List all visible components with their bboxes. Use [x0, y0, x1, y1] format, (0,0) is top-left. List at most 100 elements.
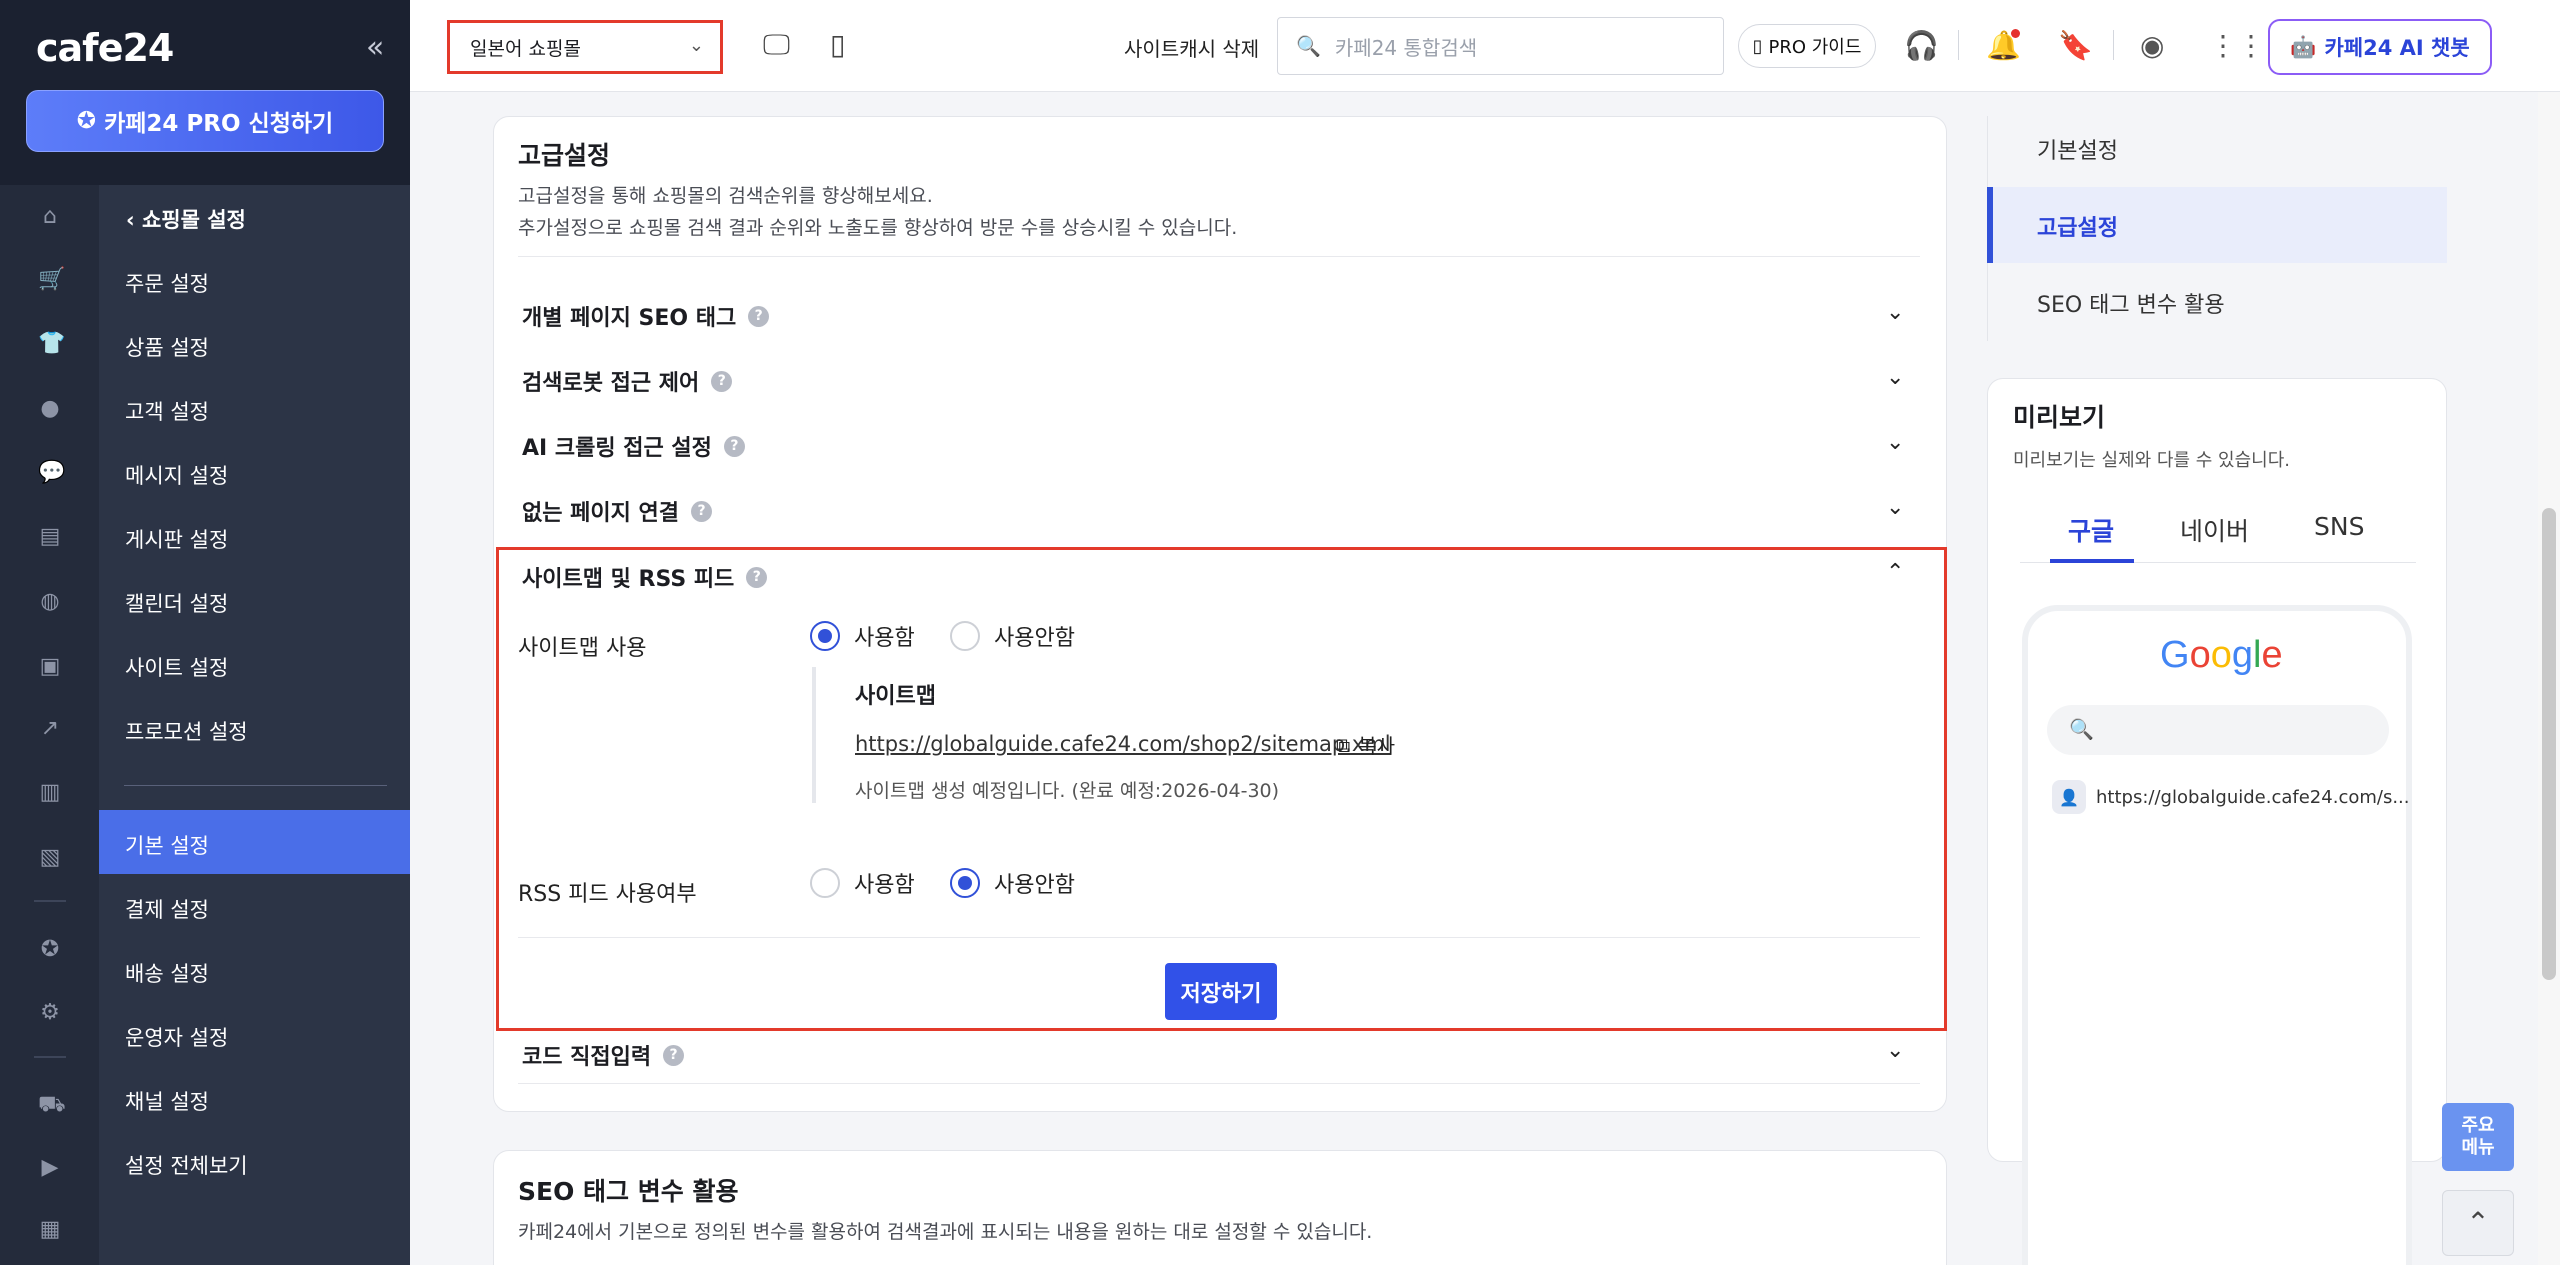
sidebar-item-board[interactable]: 게시판 설정	[125, 524, 228, 554]
divider	[518, 937, 1920, 938]
analytics-icon[interactable]: ↗	[38, 717, 62, 741]
sitemap-use-radio[interactable]: 사용함	[810, 620, 915, 652]
user-icon[interactable]: ●	[38, 397, 62, 421]
cart-icon[interactable]: 🛒	[38, 268, 65, 292]
active-tab-underline	[2050, 559, 2134, 563]
cafe24-logo[interactable]: cafe24	[36, 26, 174, 70]
google-result: 👤 https://globalguide.cafe24.com/s...	[2052, 780, 2410, 814]
help-icon[interactable]: ?	[711, 370, 733, 392]
accordion-label: 사이트맵 및 RSS 피드	[522, 567, 735, 592]
help-icon[interactable]: ?	[691, 500, 712, 522]
right-nav-seo-variables[interactable]: SEO 태그 변수 활용	[2037, 287, 2225, 319]
sidebar-item-operator[interactable]: 운영자 설정	[125, 1022, 228, 1052]
coupon-icon[interactable]: ▣	[38, 655, 62, 679]
right-nav-advanced[interactable]: 고급설정	[2037, 210, 2118, 242]
help-icon[interactable]: ?	[723, 435, 745, 457]
chevron-down-icon[interactable]: ⌄	[1886, 365, 1904, 390]
search-input[interactable]: 🔍 카페24 통합검색	[1277, 17, 1724, 75]
tab-naver[interactable]: 네이버	[2180, 512, 2249, 548]
google-logo: Google	[2160, 634, 2283, 676]
save-button[interactable]: 저장하기	[1165, 963, 1277, 1020]
sidebar-item-customer[interactable]: 고객 설정	[125, 396, 209, 426]
collapse-sidebar-icon[interactable]: «	[366, 30, 384, 65]
sitemap-notuse-radio[interactable]: 사용안함	[950, 620, 1075, 652]
board-icon[interactable]: ▤	[38, 525, 62, 549]
truck-icon[interactable]: ⛟	[38, 1093, 66, 1117]
pro-signup-label: 카페24 PRO 신청하기	[104, 111, 334, 137]
sitemap-info-bar	[812, 667, 816, 803]
shop-select[interactable]: 일본어 쇼핑몰 ⌄	[447, 20, 723, 74]
briefcase-icon[interactable]: ▦	[38, 1218, 62, 1242]
profile-icon[interactable]: ◉	[2140, 29, 2164, 62]
accordion-label: AI 크롤링 접근 설정	[522, 436, 712, 461]
ai-chatbot-button[interactable]: 🤖 카페24 AI 챗봇	[2268, 19, 2492, 75]
sidebar-item-site[interactable]: 사이트 설정	[125, 652, 228, 682]
settings-icon[interactable]: ⚙	[38, 1001, 62, 1025]
shirt-icon[interactable]: 👕	[38, 332, 65, 356]
sidebar-item-promotion[interactable]: 프로모션 설정	[125, 716, 248, 746]
rss-use-radio[interactable]: 사용함	[810, 867, 915, 899]
copy-icon: ⧉	[1336, 732, 1351, 757]
sidebar-item-basic[interactable]: 기본 설정	[125, 830, 209, 860]
excel-icon[interactable]: ▧	[38, 846, 62, 870]
scroll-top-button[interactable]: ⌃	[2442, 1190, 2514, 1256]
copy-label: 복사	[1358, 734, 1396, 758]
chevron-up-icon[interactable]: ⌃	[1886, 560, 1904, 585]
pro-guide-label: PRO 가이드	[1768, 37, 1862, 58]
pro-signup-button[interactable]: ✪ 카페24 PRO 신청하기	[26, 90, 384, 152]
main-menu-button[interactable]: 주요 메뉴	[2442, 1103, 2514, 1171]
accordion-sitemap-rss[interactable]: 사이트맵 및 RSS 피드?	[522, 561, 768, 593]
pro-guide-button[interactable]: ▯ PRO 가이드	[1738, 24, 1876, 68]
chevron-down-icon[interactable]: ⌄	[1886, 1038, 1904, 1063]
accordion-code-input[interactable]: 코드 직접입력?	[522, 1039, 685, 1071]
tab-google[interactable]: 구글	[2068, 512, 2114, 548]
accordion-ai-crawling[interactable]: AI 크롤링 접근 설정?	[522, 430, 745, 462]
card-description: 추가설정으로 쇼핑몰 검색 결과 순위와 노출도를 향상하여 방문 수를 상승시…	[518, 217, 1238, 239]
site-cache-delete-button[interactable]: 사이트캐시 삭제	[1124, 33, 1259, 62]
sidebar-item-channel[interactable]: 채널 설정	[125, 1086, 209, 1116]
chevron-up-icon: ⌃	[2466, 1206, 2490, 1239]
sidebar-item-message[interactable]: 메시지 설정	[125, 460, 228, 490]
sidebar-item-all-settings[interactable]: 설정 전체보기	[125, 1150, 248, 1180]
divider	[518, 1083, 1920, 1084]
sidebar-section-header[interactable]: ‹ 쇼핑몰 설정	[126, 204, 246, 234]
chevron-down-icon[interactable]: ⌄	[1886, 300, 1904, 325]
desktop-icon[interactable]: 🖵	[763, 28, 790, 62]
search-icon: 🔍	[2069, 717, 2094, 741]
chat-icon[interactable]: 💬	[38, 461, 65, 485]
tab-sns[interactable]: SNS	[2314, 512, 2364, 541]
mobile-icon[interactable]: ▯	[830, 28, 845, 61]
accordion-robot-access[interactable]: 검색로봇 접근 제어?	[522, 365, 733, 397]
chevron-down-icon[interactable]: ⌄	[1886, 495, 1904, 520]
chevron-down-icon[interactable]: ⌄	[1886, 430, 1904, 455]
apps-grid-icon[interactable]: ⋮⋮	[2209, 29, 2265, 62]
scrollbar-thumb[interactable]	[2542, 508, 2556, 980]
sidebar-item-order[interactable]: 주문 설정	[125, 268, 209, 298]
chart-icon[interactable]: ▥	[38, 781, 62, 805]
bookmark-icon[interactable]: 🔖	[2058, 29, 2093, 62]
right-nav-basic[interactable]: 기본설정	[2037, 133, 2118, 165]
preview-description: 미리보기는 실제와 다를 수 있습니다.	[2013, 450, 2291, 471]
copy-button[interactable]: ⧉ 복사	[1336, 730, 1395, 759]
card-title: 고급설정	[518, 141, 611, 170]
accordion-seo-tag[interactable]: 개별 페이지 SEO 태그?	[522, 300, 770, 332]
home-icon[interactable]: ⌂	[38, 205, 62, 229]
sidebar-item-product[interactable]: 상품 설정	[125, 332, 209, 362]
sitemap-url-link[interactable]: https://globalguide.cafe24.com/shop2/sit…	[855, 732, 1391, 756]
sidebar-item-calendar[interactable]: 캘린더 설정	[125, 588, 228, 618]
notification-dot	[2011, 29, 2020, 38]
headset-icon[interactable]: 🎧	[1904, 29, 1939, 62]
help-icon[interactable]: ?	[748, 305, 770, 327]
youtube-icon[interactable]: ▶	[38, 1156, 62, 1180]
radio-label: 사용함	[854, 626, 915, 651]
sidebar-divider	[124, 785, 387, 786]
palette-icon[interactable]: ◍	[38, 590, 62, 614]
accordion-missing-page[interactable]: 없는 페이지 연결?	[522, 495, 712, 527]
badge-icon[interactable]: ✪	[38, 938, 62, 962]
help-icon[interactable]: ?	[746, 566, 768, 588]
rss-notuse-radio[interactable]: 사용안함	[950, 867, 1075, 899]
accordion-label: 없는 페이지 연결	[522, 501, 679, 526]
help-icon[interactable]: ?	[663, 1044, 685, 1066]
sidebar-item-shipping[interactable]: 배송 설정	[125, 958, 209, 988]
sidebar-item-payment[interactable]: 결제 설정	[125, 894, 209, 924]
